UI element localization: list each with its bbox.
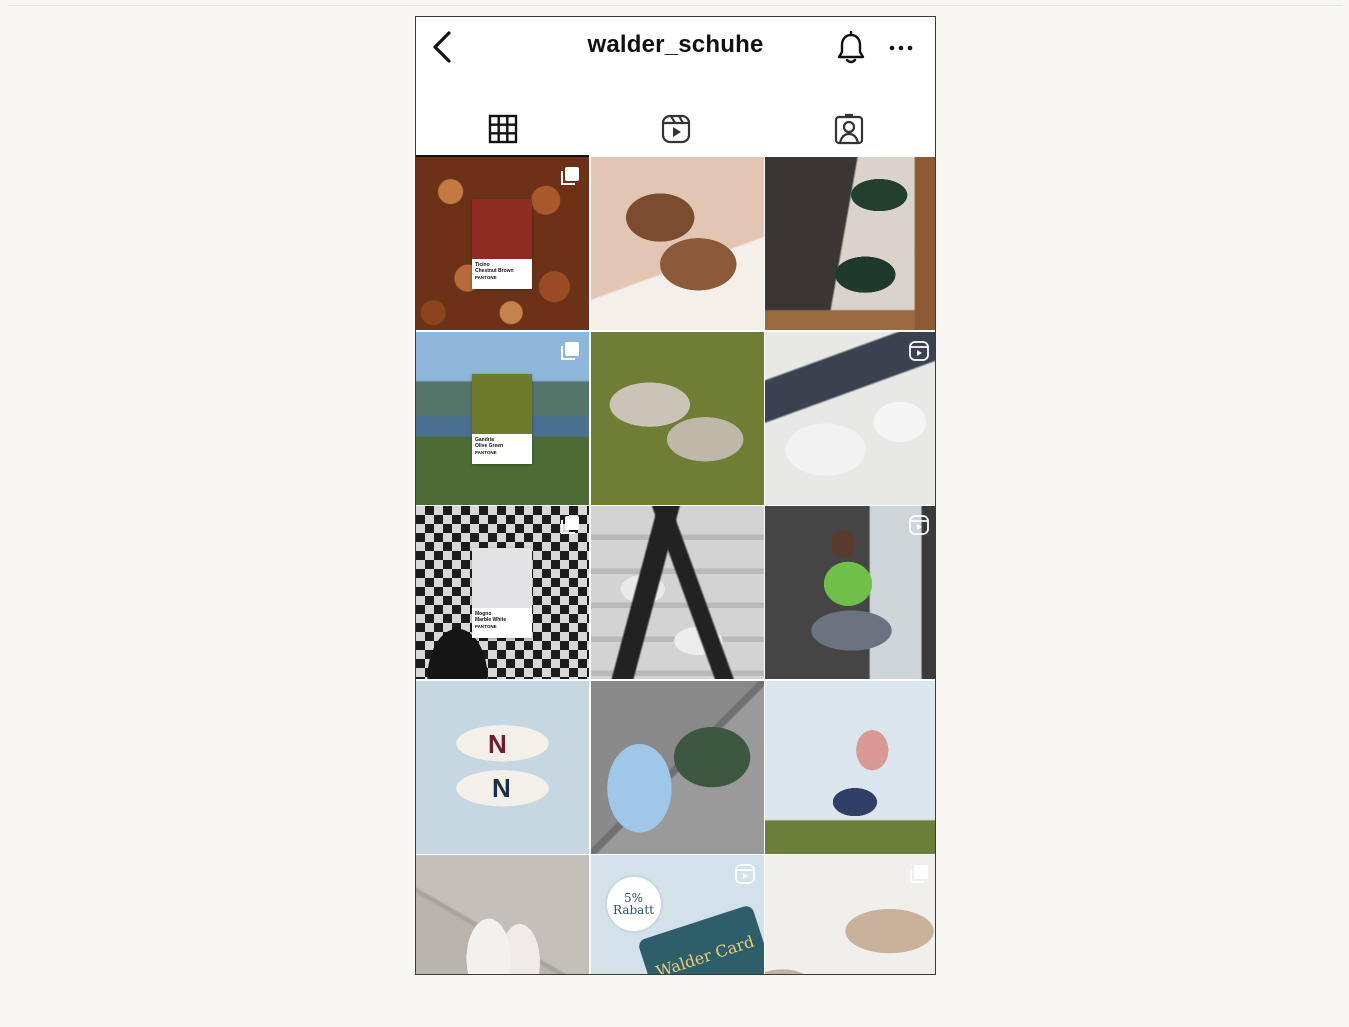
post-thumbnail[interactable] bbox=[765, 855, 935, 974]
post-thumbnail[interactable]: 5% Rabatt Walder Card bbox=[590, 855, 764, 974]
more-options-button[interactable] bbox=[884, 33, 918, 63]
bell-icon bbox=[837, 31, 865, 64]
discount-badge: 5% Rabatt bbox=[604, 875, 663, 933]
ellipsis-icon bbox=[889, 45, 913, 51]
reels-icon bbox=[661, 114, 690, 144]
tab-posts[interactable] bbox=[416, 101, 589, 157]
post-thumbnail[interactable] bbox=[416, 855, 589, 974]
posts-grid: Ticino Chestnut Brown PANTONE Gandria Ol… bbox=[416, 157, 935, 974]
reels-icon bbox=[734, 864, 755, 884]
reels-icon bbox=[909, 340, 929, 361]
tab-reels[interactable] bbox=[589, 101, 762, 157]
carousel-icon bbox=[910, 865, 928, 883]
swatch-label: Mogno Marble White bbox=[475, 611, 507, 623]
carousel-icon bbox=[561, 341, 579, 360]
profile-tabs bbox=[416, 101, 935, 157]
tab-tagged[interactable] bbox=[762, 101, 935, 157]
post-thumbnail[interactable]: Ticino Chestnut Brown PANTONE bbox=[416, 157, 589, 330]
post-thumbnail[interactable] bbox=[590, 157, 764, 330]
post-thumbnail[interactable] bbox=[765, 157, 935, 330]
carousel-icon bbox=[561, 167, 579, 185]
swatch-color bbox=[472, 548, 532, 608]
pantone-swatch-card: Gandria Olive Green PANTONE bbox=[472, 373, 532, 464]
swatch-color bbox=[472, 199, 532, 259]
post-thumbnail[interactable] bbox=[765, 506, 935, 679]
swatch-label: Gandria Olive Green bbox=[475, 436, 504, 449]
swatch-brand: PANTONE bbox=[475, 624, 497, 629]
swatch-brand: PANTONE bbox=[475, 275, 497, 280]
page-top-rule bbox=[8, 5, 1343, 6]
pantone-swatch-card: Mogno Marble White PANTONE bbox=[472, 548, 532, 638]
profile-header: walder_schuhe bbox=[416, 17, 935, 87]
notifications-button[interactable] bbox=[834, 29, 868, 67]
instagram-profile-screen: walder_schuhe Ticino Chestnut Brown PANT… bbox=[415, 16, 936, 975]
n-logo: N bbox=[488, 728, 507, 759]
n-logo: N bbox=[492, 772, 511, 803]
pantone-swatch-card: Ticino Chestnut Brown PANTONE bbox=[472, 199, 532, 289]
reels-icon bbox=[909, 515, 929, 535]
post-thumbnail[interactable] bbox=[590, 506, 764, 679]
tagged-person-icon bbox=[834, 113, 863, 145]
swatch-color bbox=[472, 373, 532, 434]
post-thumbnail[interactable] bbox=[590, 331, 764, 505]
post-thumbnail[interactable] bbox=[765, 331, 935, 505]
post-thumbnail[interactable]: Mogno Marble White PANTONE bbox=[416, 506, 589, 679]
swatch-label: Ticino Chestnut Brown bbox=[475, 262, 514, 274]
post-thumbnail[interactable] bbox=[590, 680, 764, 854]
post-thumbnail[interactable]: N N bbox=[416, 680, 589, 854]
carousel-icon bbox=[561, 516, 579, 534]
swatch-brand: PANTONE bbox=[475, 449, 497, 455]
post-thumbnail[interactable] bbox=[765, 680, 935, 854]
post-thumbnail[interactable]: Gandria Olive Green PANTONE bbox=[416, 331, 589, 505]
grid-icon bbox=[488, 114, 517, 144]
